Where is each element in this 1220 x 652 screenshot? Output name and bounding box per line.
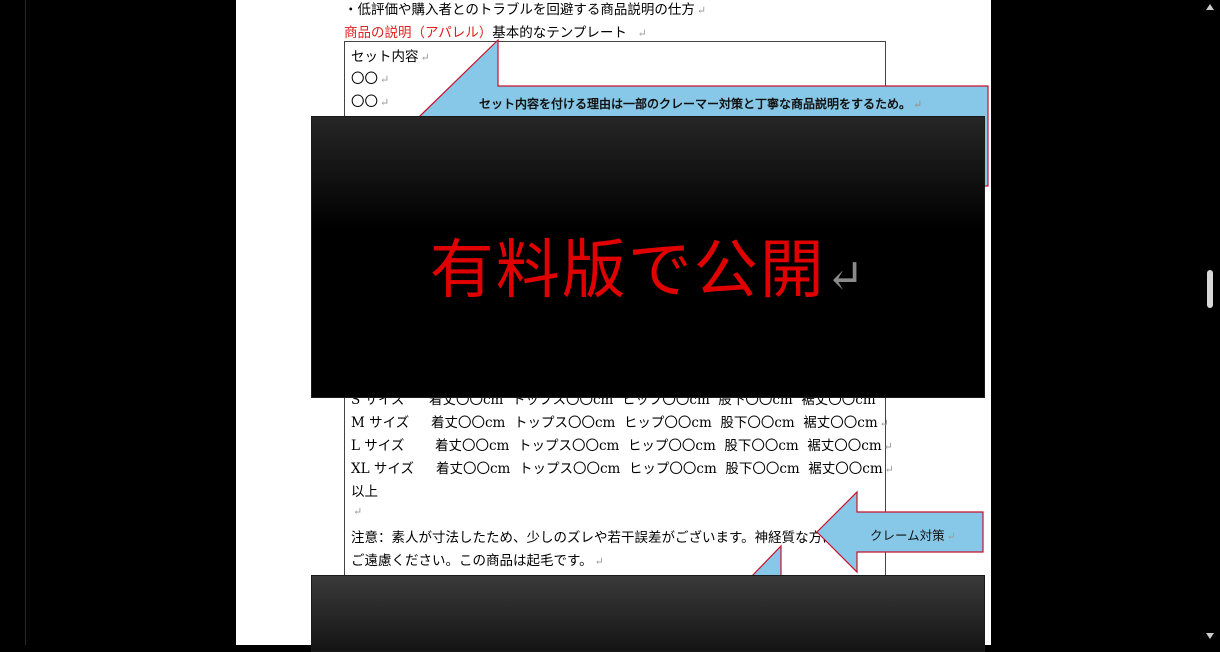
paywall-text-line: 有料版で公開↵ (312, 219, 984, 311)
claim-callout: クレーム対策 ↵ (870, 525, 956, 544)
set-reason-callout: セット内容を付ける理由は一部のクレーマー対策と丁寧な商品説明をするため。 ↵ (479, 95, 922, 112)
paywall-overlay-bottom (311, 575, 985, 652)
paragraph-mark: ↵ (946, 530, 956, 543)
scroll-thumb[interactable] (1207, 270, 1213, 308)
scroll-up-icon[interactable] (1206, 4, 1214, 10)
paywall-overlay: 有料版で公開↵ (311, 116, 985, 398)
claim-text: クレーム対策 (870, 528, 945, 543)
scroll-down-icon[interactable] (1206, 633, 1214, 639)
vertical-scrollbar[interactable] (1200, 0, 1220, 645)
set-reason-text: セット内容を付ける理由は一部のクレーマー対策と丁寧な商品説明をするため。 (479, 97, 912, 111)
bottom-callout-pointer (748, 544, 782, 579)
paragraph-mark: ↵ (913, 98, 923, 111)
paywall-text: 有料版で公開 (429, 234, 826, 308)
paragraph-mark: ↵ (825, 249, 867, 303)
